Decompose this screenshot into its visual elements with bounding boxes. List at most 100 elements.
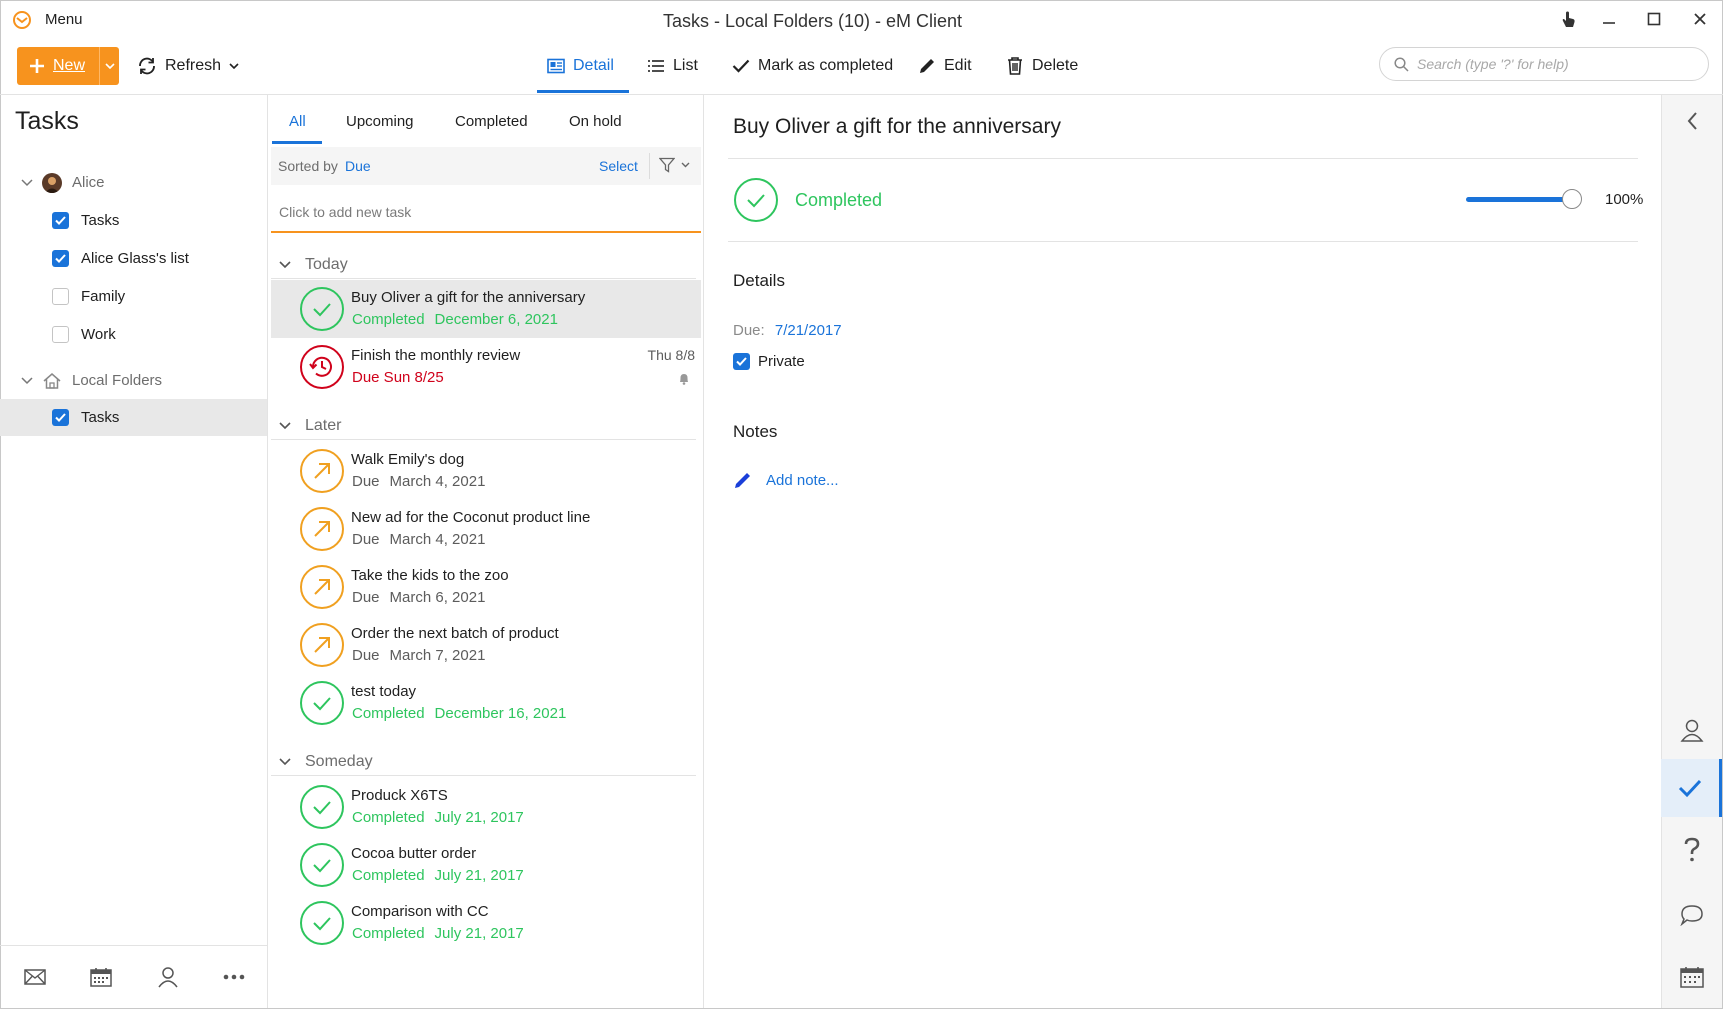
sidebar-item-work[interactable]: Work xyxy=(0,316,267,353)
tab-completed[interactable]: Completed xyxy=(455,113,528,130)
list-view-icon xyxy=(648,60,664,72)
search-input[interactable] xyxy=(1417,56,1687,72)
sidebar-item-tasks[interactable]: Tasks xyxy=(0,202,267,239)
group-header-today[interactable]: Today xyxy=(271,251,696,279)
refresh-button[interactable]: Refresh xyxy=(137,52,239,80)
task-detail-title[interactable]: Buy Oliver a gift for the anniversary xyxy=(733,115,1061,139)
close-button[interactable] xyxy=(1683,6,1717,32)
tab-upcoming[interactable]: Upcoming xyxy=(346,113,414,130)
detail-view-button[interactable]: Detail xyxy=(547,52,614,80)
task-row[interactable]: Order the next batch of product Due March… xyxy=(271,616,701,674)
chevron-down-icon[interactable] xyxy=(21,376,33,385)
due-date-link[interactable]: 7/21/2017 xyxy=(775,322,842,339)
list-divider xyxy=(703,95,704,1008)
task-date: March 4, 2021 xyxy=(389,473,486,490)
chevron-down-icon xyxy=(279,421,291,429)
app-window xyxy=(0,0,1723,1009)
progress-value: 100% xyxy=(1605,191,1644,208)
group-header-later[interactable]: Later xyxy=(271,412,696,440)
completed-status-icon[interactable] xyxy=(733,177,779,223)
sidebar-item-family[interactable]: Family xyxy=(0,278,267,315)
completed-status-icon[interactable] xyxy=(299,680,345,726)
minimize-button[interactable] xyxy=(1592,6,1626,32)
search-box[interactable] xyxy=(1379,47,1709,81)
task-title: test today xyxy=(351,683,417,700)
add-note-link[interactable]: Add note... xyxy=(733,471,839,490)
task-title: Take the kids to the zoo xyxy=(351,567,509,584)
task-row[interactable]: Buy Oliver a gift for the anniversary Co… xyxy=(271,280,701,338)
checkbox-checked[interactable] xyxy=(52,212,69,229)
task-row[interactable]: test today Completed December 16, 2021 xyxy=(271,674,701,732)
rail-chat[interactable] xyxy=(1661,886,1722,944)
upcoming-status-icon[interactable] xyxy=(299,448,345,494)
rail-help[interactable] xyxy=(1661,821,1722,879)
task-date: March 4, 2021 xyxy=(389,531,486,548)
progress-slider-track[interactable] xyxy=(1466,197,1574,202)
checkbox-unchecked[interactable] xyxy=(52,288,69,305)
tab-all[interactable]: All xyxy=(289,113,306,130)
nav-more[interactable] xyxy=(214,962,254,992)
account-alice[interactable]: Alice xyxy=(0,164,267,201)
mark-as-completed-button[interactable]: Mark as completed xyxy=(732,52,893,80)
select-link[interactable]: Select xyxy=(599,158,638,174)
task-status: Completed xyxy=(352,311,425,328)
sidebar-item-local-tasks[interactable]: Tasks xyxy=(0,399,267,436)
maximize-button[interactable] xyxy=(1637,6,1671,32)
task-row[interactable]: Cocoa butter order Completed July 21, 201… xyxy=(271,836,701,894)
new-button[interactable]: New xyxy=(17,47,119,85)
task-status-line: Due March 7, 2021 xyxy=(352,647,485,664)
nav-mail[interactable] xyxy=(15,962,55,992)
completed-status-icon[interactable] xyxy=(299,900,345,946)
overdue-status-icon[interactable] xyxy=(299,344,345,390)
checkbox-unchecked[interactable] xyxy=(52,326,69,343)
new-button-main[interactable]: New xyxy=(17,47,99,85)
filter-button[interactable] xyxy=(659,157,690,173)
task-row[interactable]: Walk Emily's dog Due March 4, 2021 xyxy=(271,442,701,500)
filter-icon xyxy=(659,157,675,173)
task-row[interactable]: New ad for the Coconut product line Due M… xyxy=(271,500,701,558)
touch-mode-icon[interactable] xyxy=(1551,6,1585,32)
checkbox-checked[interactable] xyxy=(52,409,69,426)
detail-view-label: Detail xyxy=(573,57,614,74)
task-row[interactable]: Comparison with CC Completed July 21, 201… xyxy=(271,894,701,952)
task-row[interactable]: Produck X6TS Completed July 21, 2017 xyxy=(271,778,701,836)
title-bar: Menu Tasks - Local Folders (10) - eM Cli… xyxy=(0,0,1723,40)
mark-as-completed-label: Mark as completed xyxy=(758,57,894,74)
upcoming-status-icon[interactable] xyxy=(299,564,345,610)
rail-tasks[interactable] xyxy=(1661,759,1722,817)
chevron-down-icon[interactable] xyxy=(21,178,33,187)
completed-status-icon[interactable] xyxy=(299,286,345,332)
due-line: Due: 7/21/2017 xyxy=(733,322,842,339)
task-date: December 6, 2021 xyxy=(434,311,558,328)
task-title: Cocoa butter order xyxy=(351,845,477,862)
edit-label: Edit xyxy=(944,57,972,74)
nav-calendar[interactable] xyxy=(81,962,121,992)
task-row[interactable]: Finish the monthly review Due Sun 8/25 T… xyxy=(271,338,701,396)
task-row[interactable]: Take the kids to the zoo Due March 6, 202… xyxy=(271,558,701,616)
list-view-button[interactable]: List xyxy=(647,52,698,80)
tab-on-hold[interactable]: On hold xyxy=(569,113,622,130)
completed-status-icon[interactable] xyxy=(299,784,345,830)
collapse-rail-button[interactable] xyxy=(1661,92,1722,150)
private-label: Private xyxy=(758,353,805,370)
progress-slider-thumb[interactable] xyxy=(1562,189,1582,209)
private-option[interactable]: Private xyxy=(733,353,805,370)
account-local-folders[interactable]: Local Folders xyxy=(0,362,267,399)
upcoming-status-icon[interactable] xyxy=(299,506,345,552)
account-name: Alice xyxy=(72,174,105,191)
upcoming-status-icon[interactable] xyxy=(299,622,345,668)
checkbox-checked[interactable] xyxy=(52,250,69,267)
add-new-task-field[interactable]: Click to add new task xyxy=(271,196,701,233)
completed-status-icon[interactable] xyxy=(299,842,345,888)
edit-button[interactable]: Edit xyxy=(918,52,972,80)
sort-field-link[interactable]: Due xyxy=(345,158,371,174)
nav-contacts[interactable] xyxy=(148,962,188,992)
rail-agenda[interactable] xyxy=(1661,948,1722,1006)
sidebar-bottom-divider xyxy=(0,945,267,946)
group-header-someday[interactable]: Someday xyxy=(271,748,696,776)
new-dropdown-button[interactable] xyxy=(100,47,119,85)
rail-contact-details[interactable] xyxy=(1661,701,1722,759)
delete-button[interactable]: Delete xyxy=(1006,52,1078,80)
sidebar-item-alice-glass-list[interactable]: Alice Glass's list xyxy=(0,240,267,277)
private-checkbox[interactable] xyxy=(733,353,750,370)
